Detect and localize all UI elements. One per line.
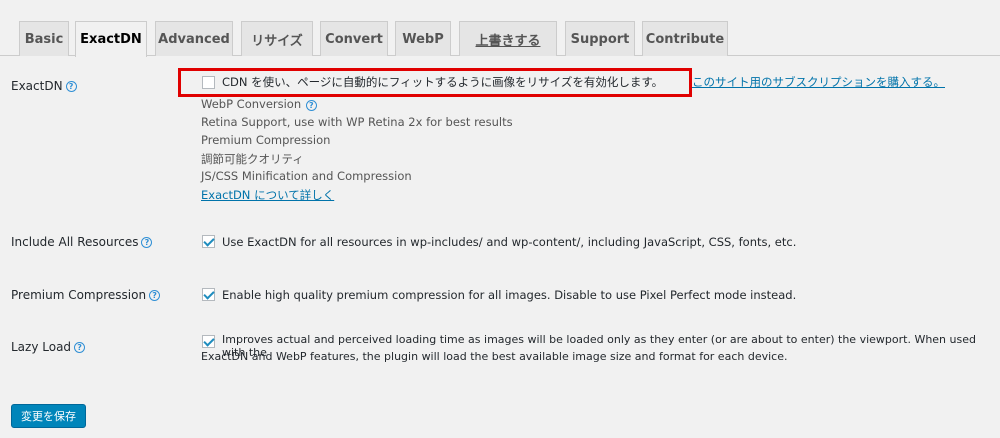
help-icon[interactable]: ? [65,80,77,92]
lazy-load-checkbox[interactable] [202,335,215,348]
premium-text: Enable high quality premium compression … [222,288,797,302]
help-icon[interactable]: ? [149,289,161,301]
tab-support[interactable]: Support [565,21,635,56]
tab-contribute[interactable]: Contribute [642,21,728,56]
tab-resize[interactable]: リサイズ [241,21,313,56]
save-button[interactable]: 変更を保存 [11,404,86,428]
exactdn-label: ExactDN? [11,79,77,93]
feature-webp: WebP Conversion ? [201,97,317,111]
include-all-checkbox[interactable] [202,235,215,248]
help-icon[interactable]: ? [305,100,317,111]
tab-exactdn[interactable]: ExactDN [75,21,147,57]
include-all-text: Use ExactDN for all resources in wp-incl… [222,235,797,249]
tab-advanced[interactable]: Advanced [155,21,233,56]
premium-label: Premium Compression? [11,288,161,302]
help-icon[interactable]: ? [74,341,86,353]
include-all-label: Include All Resources? [11,235,153,249]
feature-retina: Retina Support, use with WP Retina 2x fo… [201,115,513,129]
tab-webp[interactable]: WebP [395,21,451,56]
lazy-load-text-2: ExactDN and WebP features, the plugin wi… [201,350,788,363]
tab-basic[interactable]: Basic [19,21,69,56]
settings-tabs: Basic ExactDN Advanced リサイズ Convert WebP… [0,0,1000,57]
premium-checkbox[interactable] [202,288,215,301]
lazy-load-label: Lazy Load? [11,340,86,354]
learn-more-link[interactable]: ExactDN について詳しく [201,187,334,203]
tab-overwrite[interactable]: 上書きする [459,21,557,56]
tab-convert[interactable]: Convert [320,21,388,56]
feature-premium: Premium Compression [201,133,331,147]
subscribe-link[interactable]: このサイト用のサブスクリプションを購入する。 [692,74,945,90]
feature-minify: JS/CSS Minification and Compression [201,169,412,183]
help-icon[interactable]: ? [141,236,153,248]
highlight-annotation [178,68,692,97]
feature-quality: 調節可能クオリティ [201,152,304,166]
